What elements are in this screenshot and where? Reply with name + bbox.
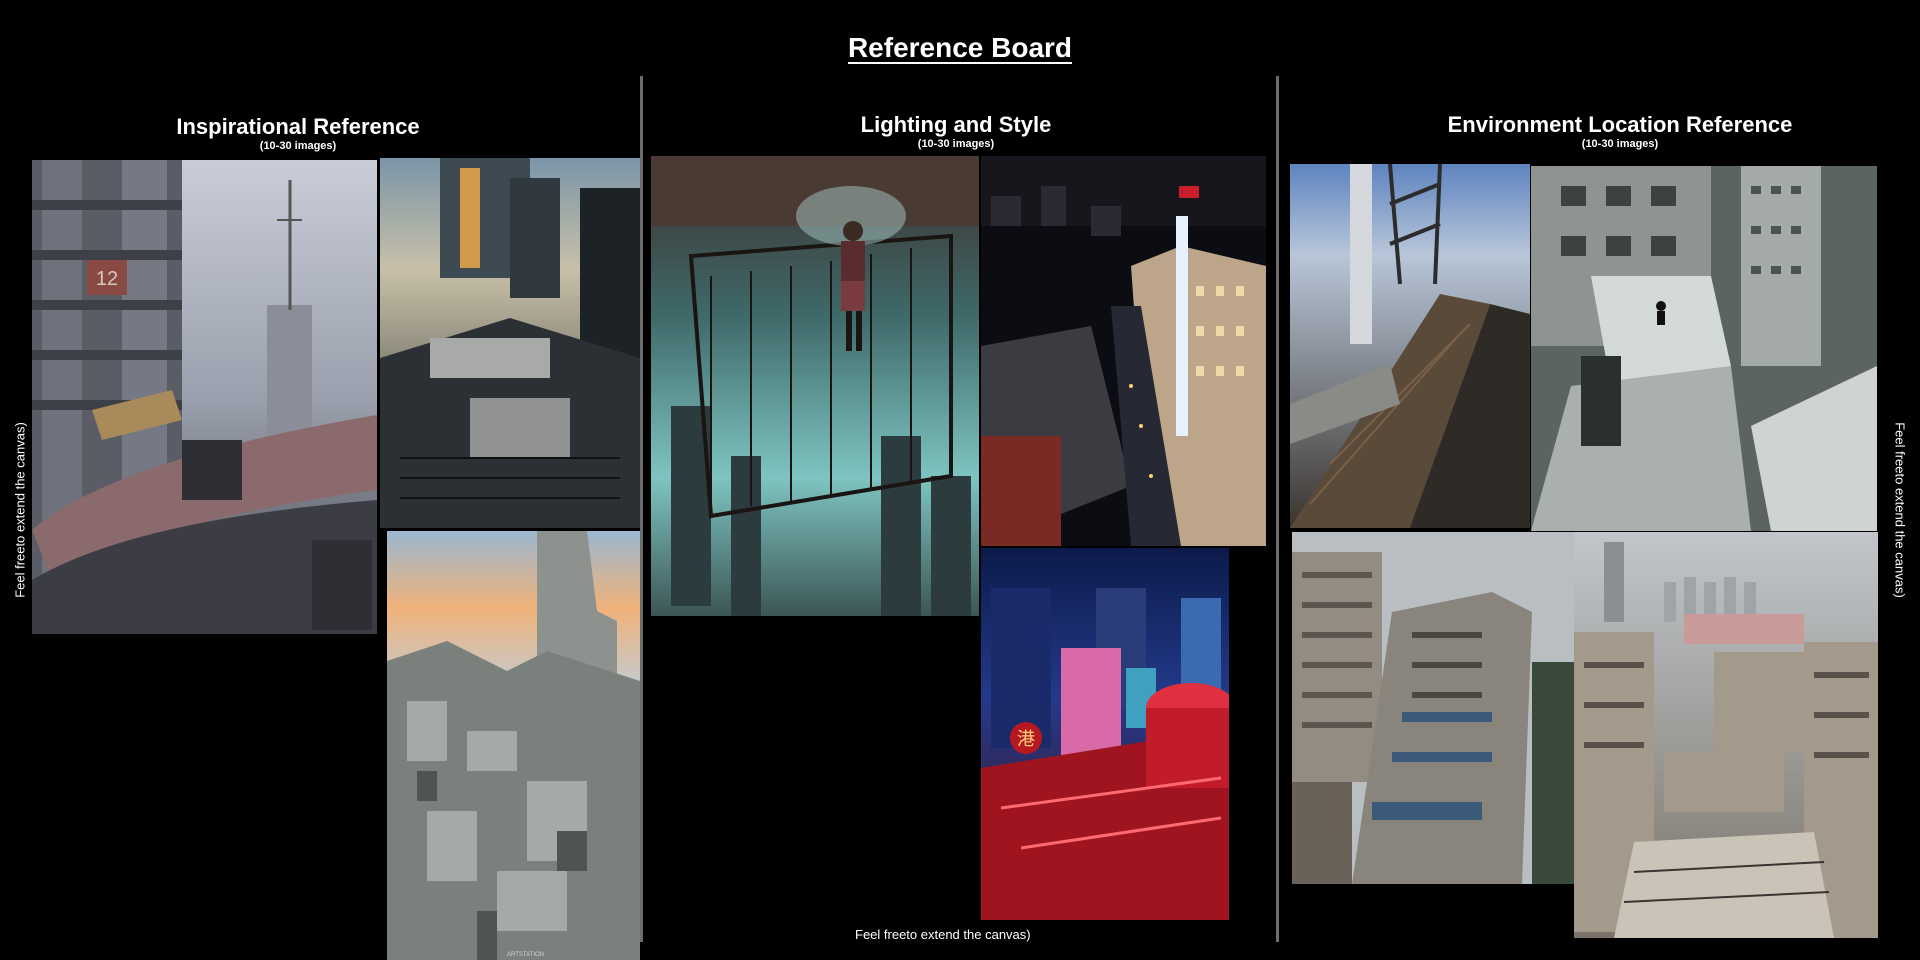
column-divider-left [640,76,643,942]
environment-image-3[interactable] [1292,532,1575,884]
environment-image-4[interactable] [1574,532,1878,938]
column-subtitle: (10-30 images) [259,140,337,152]
lighting-image-2[interactable] [981,156,1266,546]
lighting-image-3[interactable]: 港 [981,548,1229,920]
column-header-inspirational: Inspirational Reference (10-30 images) [50,114,546,152]
column-title: Lighting and Style [860,112,1052,137]
side-note-left: Feel freeto extend the canvas) [12,422,28,598]
column-header-lighting: Lighting and Style (10-30 images) [706,112,1206,150]
environment-image-2[interactable] [1531,166,1877,531]
board-title: Reference Board [847,32,1073,63]
tower-sign-text: 12 [96,268,118,290]
column-title: Environment Location Reference [1447,112,1793,137]
side-note-right: Feel freeto extend the canvas) [1892,422,1908,598]
column-title: Inspirational Reference [176,114,420,139]
neon-sign-text: 港 [1017,729,1035,750]
lighting-image-1[interactable] [651,156,979,616]
inspiration-image-2[interactable] [380,158,640,528]
environment-image-1[interactable] [1290,164,1530,528]
column-header-environment: Environment Location Reference (10-30 im… [1370,112,1870,150]
inspiration-image-1[interactable]: 12 [32,160,377,634]
artwork-credit-text: ARTSTATION [507,952,544,958]
bottom-note: Feel freeto extend the canvas) [855,927,1031,942]
inspiration-image-3[interactable]: ARTSTATION [387,531,640,960]
column-subtitle: (10-30 images) [1581,138,1659,150]
column-subtitle: (10-30 images) [917,138,995,150]
column-divider-right [1276,76,1279,942]
